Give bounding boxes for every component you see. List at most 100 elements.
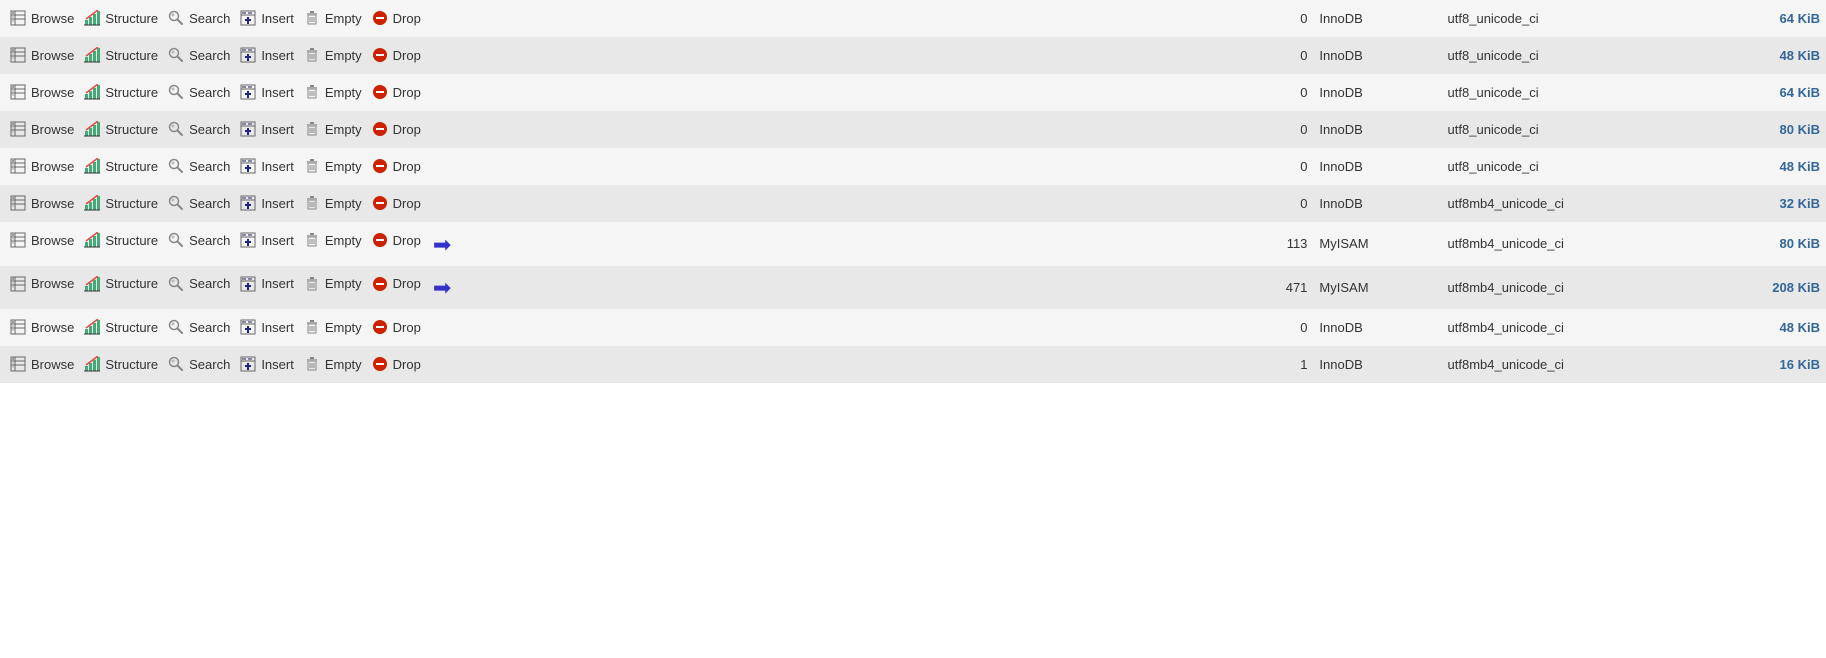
- browse-button-row9[interactable]: Browse: [6, 317, 78, 337]
- drop-button-row9[interactable]: Drop: [368, 317, 425, 337]
- structure-button-row10[interactable]: Structure: [80, 354, 162, 374]
- drop-button-row8[interactable]: Drop: [368, 274, 425, 294]
- collation-cell: utf8mb4_unicode_ci: [1442, 222, 1698, 266]
- structure-button-row7[interactable]: Structure: [80, 230, 162, 250]
- empty-button-row5[interactable]: Empty: [300, 156, 366, 176]
- table-row: BrowseStructureSearchInsertEmptyDrop0Inn…: [0, 185, 1826, 222]
- browse-button-row4[interactable]: Browse: [6, 119, 78, 139]
- browse-button-row3[interactable]: Browse: [6, 82, 78, 102]
- insert-button-row7[interactable]: Insert: [236, 230, 298, 250]
- browse-button-row7[interactable]: Browse: [6, 230, 78, 250]
- search-button-row5[interactable]: Search: [164, 156, 234, 176]
- insert-button-row3[interactable]: Insert: [236, 82, 298, 102]
- empty-button-row2[interactable]: Empty: [300, 45, 366, 65]
- structure-button-row2[interactable]: Structure: [80, 45, 162, 65]
- row-count-cell: 1: [1217, 346, 1313, 383]
- size-cell: 32 KiB: [1698, 185, 1826, 222]
- insert-icon: [240, 195, 256, 211]
- actions-cell-row3: Browse Structure SearchInsertEmptyDrop: [0, 74, 1217, 111]
- browse-button-row1[interactable]: Browse: [6, 8, 78, 28]
- actions-cell-row8: BrowseStructureSearchInsertEmptyDrop➡: [0, 266, 1217, 310]
- structure-button-row4[interactable]: Structure: [80, 119, 162, 139]
- search-button-row4[interactable]: Search: [164, 119, 234, 139]
- search-label: Search: [189, 196, 230, 211]
- search-button-row9[interactable]: Search: [164, 317, 234, 337]
- insert-label: Insert: [261, 122, 294, 137]
- empty-button-row3[interactable]: Empty: [300, 82, 366, 102]
- drop-button-row3[interactable]: Drop: [368, 82, 425, 102]
- insert-icon: [240, 232, 256, 248]
- empty-button-row7[interactable]: Empty: [300, 230, 366, 250]
- collation-cell: utf8mb4_unicode_ci: [1442, 346, 1698, 383]
- structure-button-row3[interactable]: Structure: [80, 82, 162, 102]
- structure-button-row5[interactable]: Structure: [80, 156, 162, 176]
- drop-button-row10[interactable]: Drop: [368, 354, 425, 374]
- insert-icon: [240, 356, 256, 372]
- search-button-row8[interactable]: Search: [164, 274, 234, 294]
- empty-icon: [304, 10, 320, 26]
- browse-icon: [10, 276, 26, 292]
- browse-button-row8[interactable]: Browse: [6, 274, 78, 294]
- search-button-row10[interactable]: Search: [164, 354, 234, 374]
- structure-button-row1[interactable]: Structure: [80, 8, 162, 28]
- search-button-row7[interactable]: Search: [164, 230, 234, 250]
- empty-button-row10[interactable]: Empty: [300, 354, 366, 374]
- engine-cell: InnoDB: [1313, 37, 1441, 74]
- browse-label: Browse: [31, 233, 74, 248]
- structure-icon: [84, 319, 100, 335]
- browse-button-row5[interactable]: Browse: [6, 156, 78, 176]
- search-button-row3[interactable]: Search: [164, 82, 234, 102]
- structure-button-row6[interactable]: Structure: [80, 193, 162, 213]
- insert-button-row5[interactable]: Insert: [236, 156, 298, 176]
- size-cell: 64 KiB: [1698, 74, 1826, 111]
- search-button-row1[interactable]: Search: [164, 8, 234, 28]
- insert-button-row9[interactable]: Insert: [236, 317, 298, 337]
- browse-button-row6[interactable]: Browse: [6, 193, 78, 213]
- empty-label: Empty: [325, 320, 362, 335]
- actions-cell-row5: BrowseStructureSearchInsertEmptyDrop: [0, 148, 1217, 185]
- insert-button-row8[interactable]: Insert: [236, 274, 298, 294]
- empty-button-row8[interactable]: Empty: [300, 274, 366, 294]
- search-label: Search: [189, 233, 230, 248]
- drop-button-row4[interactable]: Drop: [368, 119, 425, 139]
- insert-button-row10[interactable]: Insert: [236, 354, 298, 374]
- search-button-row6[interactable]: Search: [164, 193, 234, 213]
- engine-cell: InnoDB: [1313, 309, 1441, 346]
- empty-label: Empty: [325, 357, 362, 372]
- empty-button-row9[interactable]: Empty: [300, 317, 366, 337]
- drop-button-row1[interactable]: Drop: [368, 8, 425, 28]
- structure-icon: [84, 232, 100, 248]
- actions-cell-row7: BrowseStructureSearchInsertEmptyDrop➡: [0, 222, 1217, 266]
- insert-button-row2[interactable]: Insert: [236, 45, 298, 65]
- empty-button-row1[interactable]: Empty: [300, 8, 366, 28]
- size-cell: 64 KiB: [1698, 0, 1826, 37]
- structure-button-row9[interactable]: Structure: [80, 317, 162, 337]
- size-cell: 48 KiB: [1698, 148, 1826, 185]
- size-cell: 80 KiB: [1698, 111, 1826, 148]
- drop-button-row2[interactable]: Drop: [368, 45, 425, 65]
- drop-button-row5[interactable]: Drop: [368, 156, 425, 176]
- size-cell: 48 KiB: [1698, 37, 1826, 74]
- browse-button-row2[interactable]: Browse: [6, 45, 78, 65]
- drop-icon: [372, 276, 388, 292]
- insert-button-row6[interactable]: Insert: [236, 193, 298, 213]
- structure-label: Structure: [105, 85, 158, 100]
- drop-button-row6[interactable]: Drop: [368, 193, 425, 213]
- drop-label: Drop: [393, 11, 421, 26]
- structure-button-row8[interactable]: Structure: [80, 274, 162, 294]
- browse-icon: [10, 121, 26, 137]
- browse-label: Browse: [31, 276, 74, 291]
- empty-label: Empty: [325, 122, 362, 137]
- drop-button-row7[interactable]: Drop: [368, 230, 425, 250]
- insert-button-row4[interactable]: Insert: [236, 119, 298, 139]
- structure-icon: [84, 195, 100, 211]
- engine-cell: InnoDB: [1313, 0, 1441, 37]
- empty-button-row6[interactable]: Empty: [300, 193, 366, 213]
- search-label: Search: [189, 11, 230, 26]
- browse-button-row10[interactable]: Browse: [6, 354, 78, 374]
- search-button-row2[interactable]: Search: [164, 45, 234, 65]
- insert-button-row1[interactable]: Insert: [236, 8, 298, 28]
- drop-icon: [372, 84, 388, 100]
- row-count-cell: 113: [1217, 222, 1313, 266]
- empty-button-row4[interactable]: Empty: [300, 119, 366, 139]
